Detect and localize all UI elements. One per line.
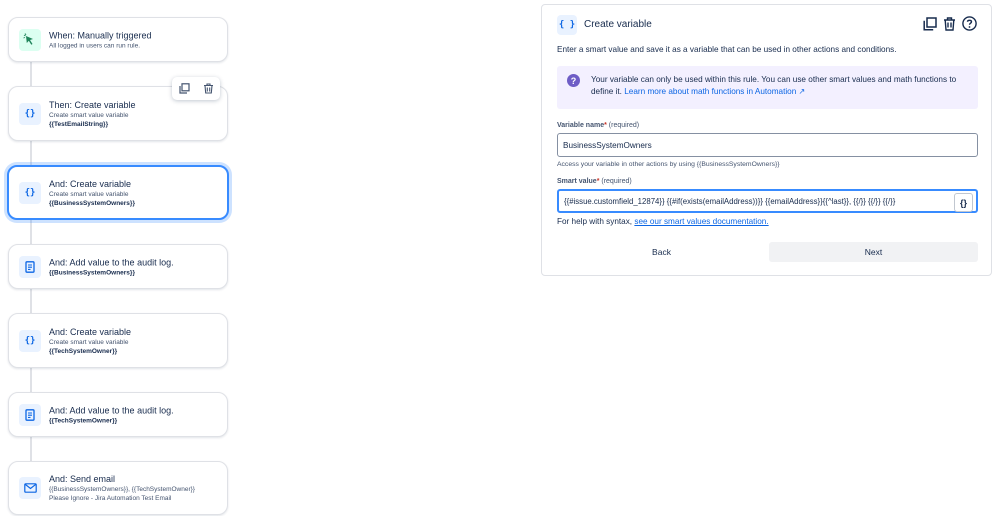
step-subtitle: Create smart value variable — [49, 190, 129, 198]
log-document-icon — [19, 403, 41, 426]
flow-step-audit-log[interactable]: And: Add value to the audit log. {{TechS… — [8, 392, 228, 437]
step-subtitle: Create smart value variable — [49, 111, 129, 119]
envelope-icon — [19, 477, 41, 499]
step-title: And: Create variable — [49, 326, 132, 337]
duplicate-icon[interactable] — [923, 16, 937, 31]
insert-smart-value-button[interactable]: {} — [954, 193, 973, 212]
variable-name-input[interactable]: BusinessSystemOwners — [557, 133, 978, 157]
step-variable: {{BusinessSystemOwners}} — [49, 199, 135, 207]
help-icon[interactable] — [962, 16, 977, 31]
variable-name-value: BusinessSystemOwners — [563, 141, 652, 150]
step-title: When: Manually triggered — [49, 30, 152, 40]
flow-step-create-variable-selected[interactable]: {} And: Create variable Create smart val… — [7, 165, 229, 220]
step-title: Then: Create variable — [49, 99, 136, 110]
flow-connector — [30, 436, 32, 462]
curly-braces-icon: {} — [19, 181, 41, 204]
step-variable: {{TechSystemOwner}} — [49, 417, 118, 424]
curly-braces-icon: {} — [19, 329, 41, 352]
curly-braces-icon: { } — [557, 15, 577, 35]
curly-braces-icon: {} — [19, 102, 41, 125]
step-subtitle: All logged in users can run rule. — [49, 42, 141, 49]
back-button[interactable]: Back — [557, 242, 766, 262]
flow-connector — [30, 61, 32, 87]
cursor-click-icon — [19, 28, 41, 51]
flow-connector — [30, 219, 32, 244]
flow-connector — [30, 288, 32, 314]
flow-connector — [30, 367, 32, 392]
trash-icon[interactable] — [943, 16, 956, 31]
panel-description: Enter a smart value and save it as a var… — [557, 45, 897, 54]
log-document-icon — [19, 255, 41, 278]
question-icon: ? — [567, 74, 580, 87]
trash-icon[interactable] — [203, 83, 214, 94]
smart-values-docs-link[interactable]: see our smart values documentation. — [634, 217, 768, 226]
step-title: And: Add value to the audit log. — [49, 405, 174, 415]
next-button[interactable]: Next — [769, 242, 978, 262]
step-title: And: Send email — [49, 474, 116, 484]
smart-value-input[interactable]: {{#issue.customfield_12874}} {{#if(exist… — [557, 189, 978, 213]
panel-title: Create variable — [584, 19, 652, 30]
flow-step-audit-log[interactable]: And: Add value to the audit log. {{Busin… — [8, 244, 228, 289]
step-subtitle: Create smart value variable — [49, 338, 129, 346]
step-recipients: {{BusinessSystemOwners}}, {{TechSystemOw… — [49, 486, 195, 493]
step-variable: {{TestEmailString}} — [49, 120, 109, 128]
step-title: And: Create variable — [49, 178, 132, 189]
flow-step-trigger[interactable]: When: Manually triggered All logged in u… — [8, 17, 228, 62]
syntax-help: For help with syntax, see our smart valu… — [557, 217, 769, 226]
panel-actions — [923, 16, 977, 31]
step-email-subject: Please Ignore - Jira Automation Test Ema… — [49, 495, 172, 502]
variable-name-label: Variable name* (required) — [557, 122, 640, 129]
duplicate-icon[interactable] — [178, 83, 190, 94]
math-functions-link[interactable]: Learn more about math functions in Autom… — [624, 87, 805, 96]
flow-step-send-email[interactable]: And: Send email {{BusinessSystemOwners}}… — [8, 461, 228, 515]
flow-step-create-variable[interactable]: {} And: Create variable Create smart val… — [8, 313, 228, 368]
info-message: ? Your variable can only be used within … — [557, 66, 978, 109]
smart-value-text: {{#issue.customfield_12874}} {{#if(exist… — [564, 197, 896, 206]
step-variable: {{TechSystemOwner}} — [49, 347, 118, 355]
variable-name-hint: Access your variable in other actions by… — [557, 161, 780, 168]
create-variable-panel: { } Create variable Enter a smart value … — [541, 4, 992, 276]
step-hover-toolbar — [172, 77, 220, 100]
step-title: And: Add value to the audit log. — [49, 257, 174, 267]
flow-connector — [30, 140, 32, 165]
step-variable: {{BusinessSystemOwners}} — [49, 269, 135, 276]
smart-value-label: Smart value* (required) — [557, 178, 632, 185]
